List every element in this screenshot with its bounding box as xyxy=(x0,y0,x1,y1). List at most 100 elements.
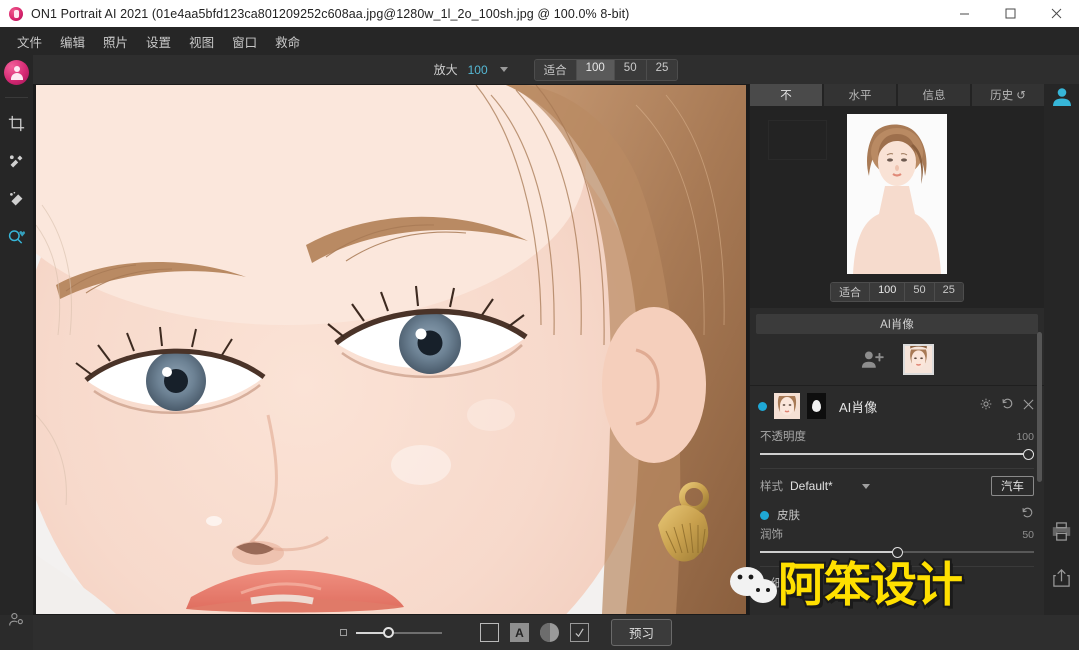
opacity-label: 不透明度 xyxy=(760,428,806,444)
thumbnail-size-icon[interactable] xyxy=(340,629,347,636)
zoom-control-group: 放大 100 适合 100 50 25 xyxy=(434,59,679,81)
nav-zoom-25[interactable]: 25 xyxy=(935,283,963,301)
slider-knob[interactable] xyxy=(383,627,394,638)
nav-zoom-fit[interactable]: 适合 xyxy=(831,283,870,301)
zoom-label: 放大 xyxy=(434,61,458,78)
right-panel: 不 水平 信息 历史 ↺ xyxy=(749,84,1044,615)
tab-level[interactable]: 水平 xyxy=(824,84,896,106)
retouch-brush-tool-icon[interactable] xyxy=(2,146,32,176)
app-window: ON1 Portrait AI 2021 (01e4aa5bfd123ca801… xyxy=(0,0,1079,650)
skin-section-row: 皮肤 xyxy=(750,502,1044,524)
on1-logo-icon xyxy=(9,7,23,21)
module-bar-ai-portrait[interactable]: AI肖像 xyxy=(756,314,1038,334)
menu-photo[interactable]: 照片 xyxy=(94,28,137,55)
print-icon[interactable] xyxy=(1051,522,1072,546)
navigator-panel: 适合 100 50 25 xyxy=(750,106,1044,308)
zoom-toolbar: 放大 100 适合 100 50 25 xyxy=(33,55,1079,84)
zoom-tool-icon[interactable] xyxy=(2,222,32,252)
menu-settings[interactable]: 设置 xyxy=(137,28,180,55)
opacity-slider[interactable] xyxy=(760,446,1034,462)
retouch-slider-block: 润饰 50 xyxy=(750,524,1044,560)
chevron-right-icon[interactable]: › xyxy=(760,577,764,589)
split-view-icon[interactable] xyxy=(540,623,559,642)
zoom-preset-50[interactable]: 50 xyxy=(615,60,647,80)
canvas-area[interactable] xyxy=(33,84,749,615)
view-mode-buttons: A xyxy=(480,623,589,642)
nav-zoom-100[interactable]: 100 xyxy=(870,283,905,301)
layer-thumbnail[interactable] xyxy=(774,393,800,419)
detail-section-label: 细节 xyxy=(771,575,794,591)
style-preset-row: 样式 Default* 汽车 xyxy=(750,469,1044,502)
right-toolbar-bottom xyxy=(1051,522,1072,593)
layer-delete-icon[interactable] xyxy=(1023,397,1034,415)
retouch-fill xyxy=(760,551,897,553)
auto-button[interactable]: 汽车 xyxy=(991,476,1034,496)
crop-tool-icon[interactable] xyxy=(2,108,32,138)
detail-section-row[interactable]: › 细节 xyxy=(750,567,1044,591)
tab-no[interactable]: 不 xyxy=(750,84,822,106)
compare-view-icon[interactable] xyxy=(480,623,499,642)
skin-reset-icon[interactable] xyxy=(1021,506,1034,524)
menu-help[interactable]: 救命 xyxy=(266,28,309,55)
navigator-thumbnail[interactable] xyxy=(847,114,947,274)
perfect-eraser-tool-icon[interactable] xyxy=(2,184,32,214)
style-value[interactable]: Default* xyxy=(790,479,833,493)
window-title: ON1 Portrait AI 2021 (01e4aa5bfd123ca801… xyxy=(31,7,629,21)
face-selection-row xyxy=(750,334,1044,386)
menu-bar: 文件 编辑 照片 设置 视图 窗口 救命 xyxy=(0,27,1079,55)
skin-enabled-toggle[interactable] xyxy=(760,511,769,520)
menu-window[interactable]: 窗口 xyxy=(223,28,266,55)
retouch-knob[interactable] xyxy=(892,547,903,558)
soft-proof-icon[interactable] xyxy=(570,623,589,642)
minimize-button[interactable] xyxy=(941,0,987,27)
panel-scrollbar[interactable] xyxy=(1037,332,1043,562)
style-label: 样式 xyxy=(760,478,783,494)
layer-mask-thumbnail[interactable] xyxy=(807,393,826,419)
thumbnail-size-slider[interactable] xyxy=(356,627,442,639)
menu-file[interactable]: 文件 xyxy=(8,28,51,55)
layer-reset-icon[interactable] xyxy=(1001,397,1014,415)
portrait-module-icon[interactable] xyxy=(1051,86,1073,113)
menu-edit[interactable]: 编辑 xyxy=(51,28,94,55)
left-toolbar xyxy=(0,55,33,615)
face-thumbnail-1[interactable] xyxy=(903,344,934,375)
retouch-label: 润饰 xyxy=(760,526,783,542)
zoom-preset-25[interactable]: 25 xyxy=(647,60,678,80)
zoom-preset-fit[interactable]: 适合 xyxy=(535,60,577,80)
close-button[interactable] xyxy=(1033,0,1079,27)
portrait-photo[interactable] xyxy=(36,85,746,614)
navigator-zoom-presets: 适合 100 50 25 xyxy=(830,282,964,302)
preview-button[interactable]: 预习 xyxy=(611,619,672,646)
zoom-preset-100[interactable]: 100 xyxy=(577,60,615,80)
portrait-tool-icon[interactable] xyxy=(4,60,29,85)
opacity-knob[interactable] xyxy=(1023,449,1034,460)
opacity-slider-block: 不透明度 100 xyxy=(750,426,1044,462)
layer-settings-icon[interactable] xyxy=(980,397,992,415)
chevron-down-icon[interactable] xyxy=(500,67,508,72)
scrollbar-thumb[interactable] xyxy=(1037,332,1042,482)
add-face-icon[interactable] xyxy=(861,350,885,369)
bottom-controls: A 预习 xyxy=(340,619,672,646)
menu-view[interactable]: 视图 xyxy=(180,28,223,55)
retouch-slider[interactable] xyxy=(760,544,1034,560)
maximize-button[interactable] xyxy=(987,0,1033,27)
navigator-viewport-rect[interactable] xyxy=(768,120,827,160)
chevron-down-icon[interactable] xyxy=(862,484,870,489)
opacity-header: 不透明度 100 xyxy=(760,428,1034,444)
text-overlay-icon[interactable]: A xyxy=(510,623,529,642)
layer-enabled-toggle[interactable] xyxy=(758,402,767,411)
retouch-header: 润饰 50 xyxy=(760,526,1034,542)
retouch-value: 50 xyxy=(1022,529,1034,541)
user-settings-icon[interactable] xyxy=(2,604,32,634)
layer-action-buttons xyxy=(980,397,1034,415)
nav-zoom-50[interactable]: 50 xyxy=(905,283,934,301)
tab-info[interactable]: 信息 xyxy=(898,84,970,106)
opacity-value: 100 xyxy=(1016,431,1034,443)
right-toolbar xyxy=(1044,84,1079,615)
tab-history[interactable]: 历史 ↺ xyxy=(972,84,1044,106)
layer-name: AI肖像 xyxy=(839,397,877,416)
layer-row-ai-portrait[interactable]: AI肖像 xyxy=(750,386,1044,426)
share-export-icon[interactable] xyxy=(1052,568,1071,593)
zoom-value[interactable]: 100 xyxy=(466,63,490,77)
help-icon[interactable] xyxy=(2,642,32,650)
